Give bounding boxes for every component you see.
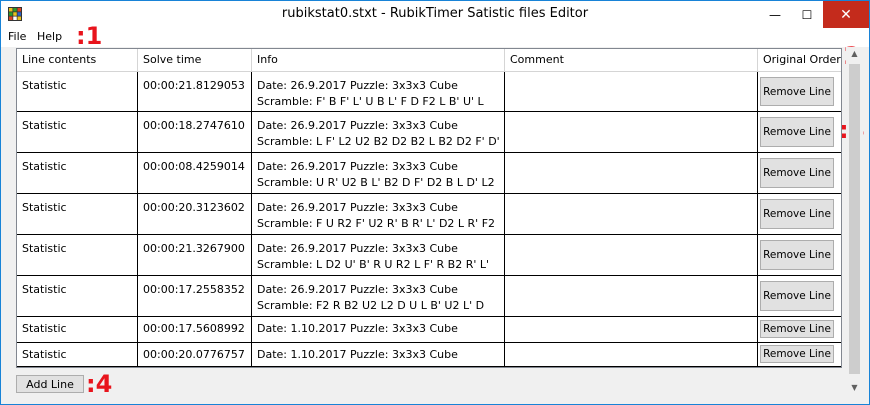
close-icon: ✕ (840, 6, 852, 23)
cell-info[interactable]: Date: 26.9.2017 Puzzle: 3x3x3 Cube Scram… (252, 72, 505, 111)
table-row: Statistic 00:00:20.0776757 Date: 1.10.20… (17, 343, 841, 367)
title-bar: rubikstat0.stxt - RubikTimer Satistic fi… (1, 1, 869, 28)
cell-line-contents[interactable]: Statistic (17, 194, 138, 234)
remove-line-button[interactable]: Remove Line (760, 117, 834, 147)
table-row: Statistic 00:00:17.2558352 Date: 26.9.20… (17, 276, 841, 317)
cell-solve-time[interactable]: 00:00:17.5608992 (138, 317, 252, 342)
cell-comment[interactable] (505, 112, 758, 152)
column-header-solve-time[interactable]: Solve time (138, 49, 252, 72)
remove-line-button[interactable]: Remove Line (760, 199, 834, 229)
remove-line-button[interactable]: Remove Line (760, 240, 834, 270)
cell-line-contents[interactable]: Statistic (17, 276, 138, 316)
table-row: Statistic 00:00:08.4259014 Date: 26.9.20… (17, 153, 841, 194)
cell-comment[interactable] (505, 194, 758, 234)
annotation-1: :1 (76, 22, 103, 50)
cell-line-contents[interactable]: Statistic (17, 343, 138, 366)
cell-comment[interactable] (505, 235, 758, 275)
cell-comment[interactable] (505, 276, 758, 316)
minimize-icon: — (769, 7, 781, 22)
remove-line-button[interactable]: Remove Line (760, 345, 834, 363)
cell-solve-time[interactable]: 00:00:08.4259014 (138, 153, 252, 193)
cell-comment[interactable] (505, 72, 758, 111)
cell-line-contents[interactable]: Statistic (17, 235, 138, 275)
cell-comment[interactable] (505, 317, 758, 342)
window-title: rubikstat0.stxt - RubikTimer Satistic fi… (281, 6, 589, 21)
minimize-button[interactable]: — (759, 1, 791, 28)
cell-solve-time[interactable]: 00:00:21.3267900 (138, 235, 252, 275)
cell-solve-time[interactable]: 00:00:17.2558352 (138, 276, 252, 316)
table-row: Statistic 00:00:21.8129053 Date: 26.9.20… (17, 72, 841, 112)
cell-info[interactable]: Date: 26.9.2017 Puzzle: 3x3x3 Cube Scram… (252, 153, 505, 193)
cell-solve-time[interactable]: 00:00:18.2747610 (138, 112, 252, 152)
remove-line-button[interactable]: Remove Line (760, 77, 834, 106)
cell-comment[interactable] (505, 153, 758, 193)
cell-solve-time[interactable]: 00:00:20.0776757 (138, 343, 252, 366)
cell-line-contents[interactable]: Statistic (17, 72, 138, 111)
scroll-thumb[interactable] (849, 64, 860, 374)
cell-solve-time[interactable]: 00:00:20.3123602 (138, 194, 252, 234)
maximize-icon: ☐ (801, 7, 813, 22)
remove-line-button[interactable]: Remove Line (760, 320, 834, 338)
cell-line-contents[interactable]: Statistic (17, 112, 138, 152)
cell-line-contents[interactable]: Statistic (17, 317, 138, 342)
column-header-info[interactable]: Info (252, 49, 505, 72)
annotation-4: :4 (86, 370, 113, 398)
close-button[interactable]: ✕ (823, 1, 869, 28)
cell-line-contents[interactable]: Statistic (17, 153, 138, 193)
vertical-scrollbar[interactable]: ▲ ▼ (846, 47, 863, 396)
menu-bar: File Help (1, 28, 869, 47)
cell-info[interactable]: Date: 26.9.2017 Puzzle: 3x3x3 Cube Scram… (252, 112, 505, 152)
lines-grid: Line contents Solve time Info Comment Or… (16, 48, 842, 368)
table-row: Statistic 00:00:18.2747610 Date: 26.9.20… (17, 112, 841, 153)
menu-help[interactable]: Help (37, 30, 62, 43)
cell-info[interactable]: Date: 26.9.2017 Puzzle: 3x3x3 Cube Scram… (252, 235, 505, 275)
cell-info[interactable]: Date: 26.9.2017 Puzzle: 3x3x3 Cube Scram… (252, 194, 505, 234)
table-row: Statistic 00:00:21.3267900 Date: 26.9.20… (17, 235, 841, 276)
cell-comment[interactable] (505, 343, 758, 366)
cell-solve-time[interactable]: 00:00:21.8129053 (138, 72, 252, 111)
add-line-button[interactable]: Add Line (16, 375, 84, 393)
cell-info[interactable]: Date: 1.10.2017 Puzzle: 3x3x3 Cube (252, 317, 505, 342)
remove-line-button[interactable]: Remove Line (760, 158, 834, 188)
scroll-down-icon[interactable]: ▼ (846, 383, 863, 392)
cell-info[interactable]: Date: 1.10.2017 Puzzle: 3x3x3 Cube (252, 343, 505, 366)
column-header-original-order[interactable]: Original Order (758, 49, 841, 72)
scroll-up-icon[interactable]: ▲ (846, 49, 863, 58)
table-row: Statistic 00:00:17.5608992 Date: 1.10.20… (17, 317, 841, 343)
app-window: rubikstat0.stxt - RubikTimer Satistic fi… (0, 0, 870, 405)
cell-info[interactable]: Date: 26.9.2017 Puzzle: 3x3x3 Cube Scram… (252, 276, 505, 316)
menu-file[interactable]: File (8, 30, 26, 43)
table-row: Statistic 00:00:20.3123602 Date: 26.9.20… (17, 194, 841, 235)
column-header-line-contents[interactable]: Line contents (17, 49, 138, 72)
column-header-comment[interactable]: Comment (505, 49, 758, 72)
maximize-button[interactable]: ☐ (791, 1, 823, 28)
remove-line-button[interactable]: Remove Line (760, 281, 834, 311)
